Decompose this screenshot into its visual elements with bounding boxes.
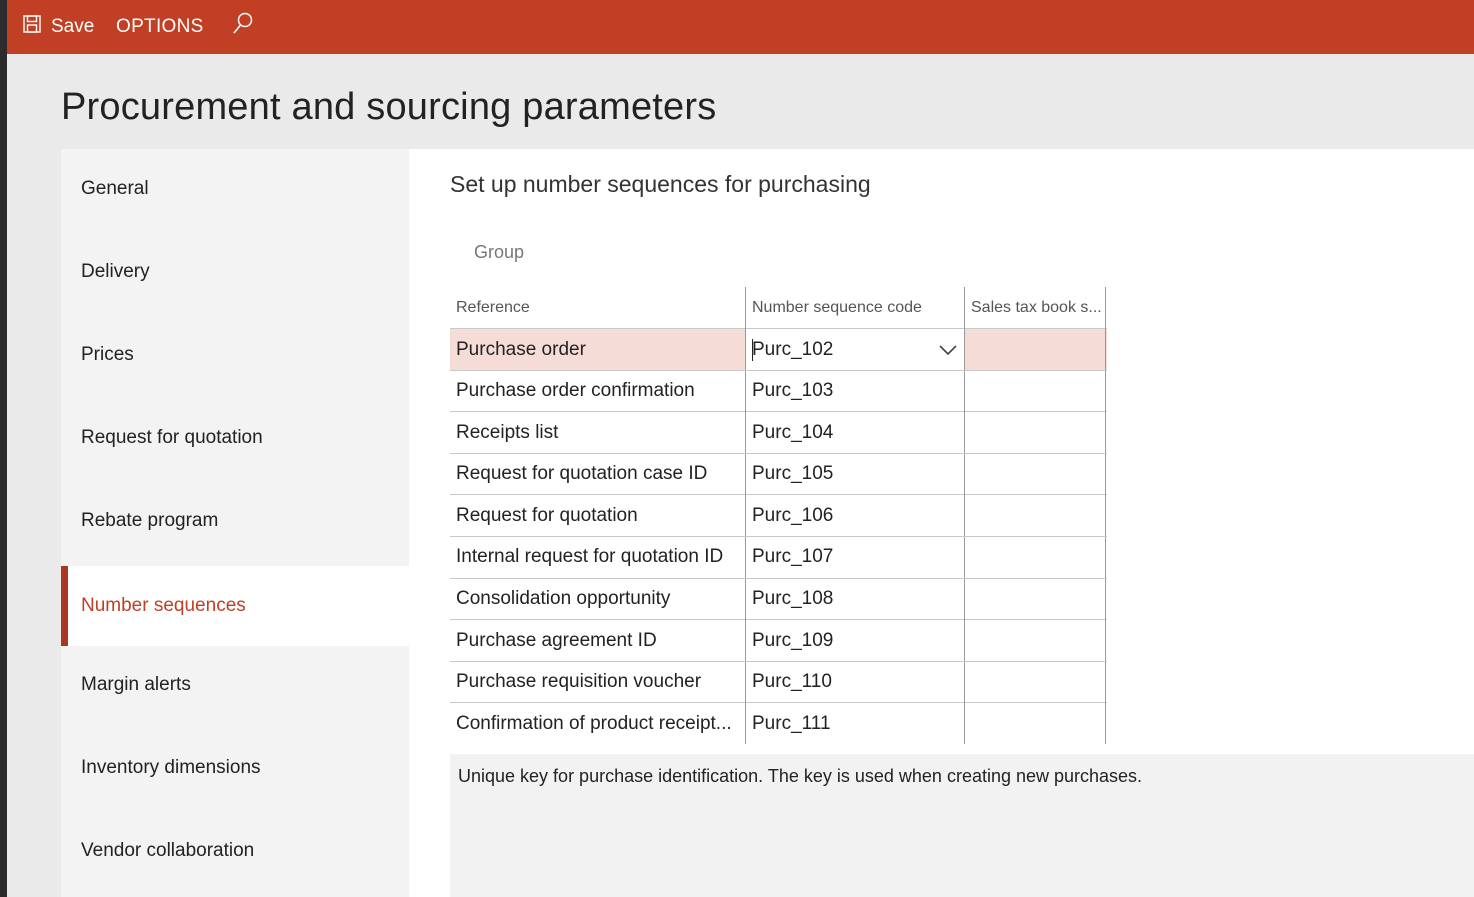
sales-tax-book-cell[interactable] — [964, 412, 1106, 454]
sales-tax-book-cell[interactable] — [964, 495, 1106, 537]
search-icon — [232, 12, 254, 42]
group-button[interactable]: Group — [474, 242, 524, 263]
reference-cell: Internal request for quotation ID — [456, 546, 724, 568]
sales-tax-book-cell[interactable] — [964, 370, 1106, 412]
chevron-down-icon[interactable] — [938, 341, 958, 363]
reference-cell: Purchase requisition voucher — [456, 671, 702, 693]
number-sequence-grid: Reference Number sequence code Sales tax… — [450, 287, 1107, 745]
sidebar-item-vendor-collaboration[interactable]: Vendor collaboration — [61, 811, 409, 891]
save-button[interactable]: Save — [22, 0, 94, 54]
page-title: Procurement and sourcing parameters — [61, 86, 717, 128]
sales-tax-book-cell[interactable] — [964, 703, 1106, 745]
sidebar-item-prices[interactable]: Prices — [61, 315, 409, 395]
reference-cell: Purchase order — [456, 338, 586, 360]
action-pane: Save OPTIONS — [7, 0, 1474, 54]
grid-header: Reference Number sequence code Sales tax… — [450, 287, 1107, 329]
table-row[interactable]: Purchase agreement ID Purc_109 — [450, 620, 1107, 662]
search-button[interactable] — [232, 0, 254, 54]
table-row[interactable]: Purchase order confirmation Purc_103 — [450, 370, 1107, 413]
sales-tax-book-cell[interactable] — [964, 536, 1106, 578]
reference-cell: Consolidation opportunity — [456, 588, 671, 610]
sidebar-item-number-sequences[interactable]: Number sequences — [61, 566, 409, 646]
column-header-sales-tax-book[interactable]: Sales tax book s... — [964, 287, 1106, 329]
table-row[interactable]: Consolidation opportunity Purc_108 — [450, 578, 1107, 621]
sales-tax-book-cell[interactable] — [964, 329, 1106, 370]
number-sequence-code-cell[interactable]: Purc_111 — [745, 703, 964, 745]
number-sequence-code-cell[interactable]: Purc_110 — [745, 661, 964, 703]
number-sequence-code-value: Purc_102 — [752, 338, 834, 360]
number-sequence-code-field[interactable]: Purc_102 — [745, 329, 964, 370]
table-row[interactable]: Purchase order Purc_102 — [450, 329, 1107, 371]
sidebar-item-inventory-dimensions[interactable]: Inventory dimensions — [61, 728, 409, 808]
number-sequence-code-cell[interactable]: Purc_106 — [745, 495, 964, 537]
column-header-reference[interactable]: Reference — [450, 287, 745, 329]
reference-cell: Request for quotation case ID — [456, 463, 708, 485]
table-row[interactable]: Purchase requisition voucher Purc_110 — [450, 661, 1107, 704]
number-sequence-code-cell[interactable]: Purc_103 — [745, 370, 964, 412]
reference-cell: Confirmation of product receipt... — [456, 712, 732, 734]
table-row[interactable]: Confirmation of product receipt... Purc_… — [450, 703, 1107, 745]
number-sequence-code-cell[interactable]: Purc_107 — [745, 536, 964, 578]
text-cursor — [752, 339, 753, 361]
sidebar-item-general[interactable]: General — [61, 149, 409, 229]
sales-tax-book-cell[interactable] — [964, 661, 1106, 703]
sidebar-item-margin-alerts[interactable]: Margin alerts — [61, 645, 409, 725]
number-sequence-code-cell[interactable]: Purc_109 — [745, 620, 964, 662]
sidebar-item-request-for-quotation[interactable]: Request for quotation — [61, 398, 409, 478]
table-row[interactable]: Receipts list Purc_104 — [450, 412, 1107, 454]
sales-tax-book-cell[interactable] — [964, 620, 1106, 662]
sidebar-item-rebate-program[interactable]: Rebate program — [61, 481, 409, 561]
number-sequence-code-cell[interactable]: Purc_104 — [745, 412, 964, 454]
table-row[interactable]: Request for quotation Purc_106 — [450, 495, 1107, 537]
section-title: Set up number sequences for purchasing — [450, 171, 871, 197]
reference-cell: Purchase order confirmation — [456, 380, 695, 402]
help-text-panel: Unique key for purchase identification. … — [450, 754, 1474, 897]
reference-cell: Purchase agreement ID — [456, 629, 657, 651]
number-sequence-code-cell[interactable]: Purc_105 — [745, 453, 964, 495]
number-sequence-code-cell[interactable]: Purc_108 — [745, 578, 964, 620]
save-label: Save — [51, 16, 95, 37]
content-pane: Set up number sequences for purchasing G… — [409, 149, 1474, 897]
sales-tax-book-cell[interactable] — [964, 453, 1106, 495]
table-row[interactable]: Request for quotation case ID Purc_105 — [450, 453, 1107, 496]
sales-tax-book-cell[interactable] — [964, 578, 1106, 620]
column-header-number-sequence-code[interactable]: Number sequence code — [745, 287, 964, 329]
reference-cell: Request for quotation — [456, 504, 638, 526]
sidebar: General Delivery Prices Request for quot… — [61, 149, 409, 897]
table-row[interactable]: Internal request for quotation ID Purc_1… — [450, 536, 1107, 579]
save-icon — [22, 14, 42, 40]
options-tab[interactable]: OPTIONS — [116, 0, 204, 54]
reference-cell: Receipts list — [456, 421, 559, 443]
app-window: Save OPTIONS Procurement and sourcing pa… — [7, 0, 1474, 897]
sidebar-item-delivery[interactable]: Delivery — [61, 232, 409, 312]
